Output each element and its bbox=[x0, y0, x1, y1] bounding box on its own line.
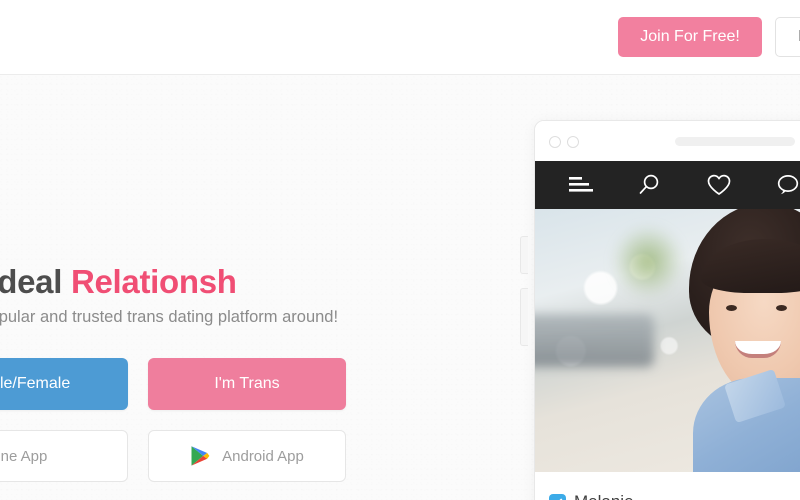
iphone-app-label: ne App bbox=[0, 447, 48, 465]
photo-subject-eye-left bbox=[726, 305, 737, 311]
photo-background-foliage bbox=[612, 224, 684, 299]
login-button[interactable]: Login bbox=[774, 17, 800, 57]
headline-lead: Your Ideal bbox=[0, 263, 63, 300]
profile-meta: Melanie bbox=[535, 472, 800, 500]
hamburger-menu-icon[interactable] bbox=[545, 161, 615, 209]
android-app-button[interactable]: Android App bbox=[148, 430, 346, 482]
android-app-label: Android App bbox=[222, 447, 304, 465]
chrome-dot-left-icon bbox=[549, 136, 561, 148]
search-icon[interactable] bbox=[615, 161, 685, 209]
address-bar[interactable] bbox=[675, 137, 795, 146]
photo-background-car bbox=[535, 314, 655, 367]
join-for-free-button[interactable]: Join For Free! bbox=[618, 17, 762, 57]
im-trans-button[interactable]: I'm Trans bbox=[148, 358, 346, 410]
google-play-icon bbox=[190, 445, 210, 467]
photo-subject-eye-right bbox=[776, 305, 787, 311]
landing-page: atch Join For Free! Login Your Ideal Rel… bbox=[0, 0, 800, 500]
site-header: atch Join For Free! Login bbox=[0, 0, 800, 75]
cta-button-row: Male/Female I'm Trans bbox=[0, 358, 346, 410]
hero-subtitle: most popular and trusted trans dating pl… bbox=[0, 308, 339, 326]
device-volume-up-button[interactable] bbox=[520, 236, 528, 274]
heart-icon[interactable] bbox=[684, 161, 754, 209]
male-female-button[interactable]: Male/Female bbox=[0, 358, 128, 410]
chrome-dot-right-icon bbox=[567, 136, 579, 148]
iphone-app-button[interactable]: ne App bbox=[0, 430, 128, 482]
app-download-row: ne App Android App bbox=[0, 430, 346, 482]
browser-chrome bbox=[535, 121, 800, 161]
device-volume-down-button[interactable] bbox=[520, 288, 528, 346]
verified-check-icon bbox=[549, 493, 566, 500]
chat-bubble-icon[interactable] bbox=[754, 161, 800, 209]
device-mockup: Melanie bbox=[534, 120, 800, 500]
app-nav-bar bbox=[535, 161, 800, 209]
headline-accent: Relationsh bbox=[70, 263, 237, 300]
page-title: Your Ideal Relationsh bbox=[0, 263, 237, 301]
header-actions: Join For Free! Login bbox=[618, 17, 800, 57]
profile-photo bbox=[535, 209, 800, 472]
profile-name: Melanie bbox=[574, 492, 634, 500]
